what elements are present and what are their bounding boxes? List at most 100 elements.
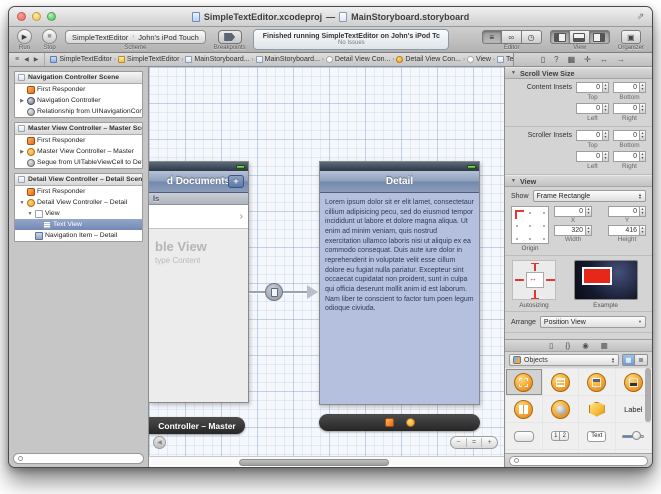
scrollbar-thumb[interactable] [239,459,389,466]
arrange-dropdown[interactable]: Position View ▼ [540,316,646,328]
outline-row-text-view[interactable]: Text View [15,219,142,230]
stepper-icon[interactable]: ▲▼ [602,82,609,93]
content-inset-left-field[interactable]: 0▲▼ [576,103,609,114]
stepper-icon[interactable]: ▲▼ [585,206,592,217]
stepper-icon[interactable]: ▲▼ [639,130,646,141]
breadcrumb-scene[interactable]: Detail View Con... [326,56,391,63]
stepper-icon[interactable]: ▲▼ [602,151,609,162]
connections-inspector-icon[interactable]: → [617,55,625,65]
zoom-out-button[interactable]: − [456,437,460,448]
library-item-page-view-controller[interactable] [506,396,542,422]
stepper-icon[interactable]: ▲▼ [639,206,646,217]
stepper-icon[interactable]: ▲▼ [602,130,609,141]
detail-nav-bar[interactable]: Detail [320,171,479,193]
detail-view[interactable]: Detail Lorem ipsum dolor sit er elit lam… [319,161,480,405]
view-section-header[interactable]: ▼ View [505,175,652,187]
scroller-inset-bottom-field[interactable]: 0▲▼ [613,130,646,141]
master-view[interactable]: d Documents + ls › ble View type Content [149,161,249,403]
library-item-split-view-controller[interactable] [579,369,615,395]
scroller-inset-right-field[interactable]: 0▲▼ [613,151,646,162]
library-item-object[interactable] [579,396,615,422]
stepper-icon[interactable]: ▲▼ [639,82,646,93]
breakpoints-button[interactable] [218,30,242,44]
stepper-icon[interactable]: ▲▼ [639,151,646,162]
stepper-icon[interactable]: ▲▼ [639,103,646,114]
outline-filter-field[interactable] [13,453,144,464]
library-item-segmented-control[interactable]: 12 [543,423,579,449]
library-item-view-controller[interactable] [506,369,542,395]
outline-row-first-responder[interactable]: First Responder [15,135,142,146]
file-inspector-icon[interactable]: ▯ [541,55,545,65]
outline-row-navigation-item[interactable]: Navigation Item – Detail [15,230,142,241]
objects-library-icon[interactable]: ◉ [582,341,589,350]
toggle-utilities-button[interactable] [590,30,610,44]
outline-row-detail-view-controller[interactable]: ▼ Detail View Controller – Detail [15,197,142,208]
library-item-progress-view[interactable] [579,450,615,453]
toggle-navigator-button[interactable] [550,30,570,44]
outline-row-navigation-controller[interactable]: ▶ Navigation Controller [15,95,142,106]
library-item-text-field[interactable]: Text [579,423,615,449]
library-scrollbar[interactable] [645,368,651,422]
related-files-icon[interactable]: ≡ [15,56,19,63]
scene-header[interactable]: Detail View Controller – Detail Scene [15,174,142,186]
quick-help-inspector-icon[interactable]: ? [554,55,558,65]
collapse-outline-button[interactable]: ◀ [153,436,166,449]
content-inset-top-field[interactable]: 0▲▼ [576,82,609,93]
scroller-inset-left-field[interactable]: 0▲▼ [576,151,609,162]
library-item-text-view[interactable] [616,450,652,453]
forward-icon[interactable]: ▶ [34,56,39,63]
breadcrumb-project[interactable]: SimpleTextEditor [50,56,112,63]
library-item-table-view-controller[interactable] [543,369,579,395]
breadcrumb-view-controller[interactable]: Detail View Con... [396,56,461,63]
table-cell[interactable]: › [149,205,248,229]
organizer-button[interactable]: ▣ [621,30,641,44]
standard-editor-button[interactable]: ≡ [482,30,502,44]
assistant-editor-button[interactable]: ∞ [502,30,522,44]
content-inset-right-field[interactable]: 0▲▼ [613,103,646,114]
stepper-icon[interactable]: ▲▼ [602,103,609,114]
size-inspector-icon[interactable]: ↔ [600,55,608,65]
file-templates-library-icon[interactable]: ▯ [549,341,553,350]
scroll-view-size-header[interactable]: ▼ Scroll View Size [505,67,652,79]
minimize-window-button[interactable] [32,12,41,21]
run-button[interactable]: ▶ [17,29,32,44]
width-field[interactable]: 320▲▼ [554,225,592,236]
breadcrumb-group[interactable]: SimpleTextEditor [118,56,180,63]
zoom-window-button[interactable] [47,12,56,21]
back-icon[interactable]: ◀ [24,56,29,63]
scheme-selector[interactable]: SimpleTextEditor › John's iPod Touch [65,30,206,44]
zoom-in-button[interactable]: + [488,437,492,448]
library-item-activity-indicator[interactable] [543,450,579,453]
show-dropdown[interactable]: Frame Rectangle ▲▼ [533,190,646,202]
y-field[interactable]: 0▲▼ [608,206,646,217]
height-field[interactable]: 416▲▼ [608,225,646,236]
outline-row-relationship[interactable]: Relationship from UINavigationContr... [15,106,142,117]
version-editor-button[interactable]: ◷ [522,30,542,44]
breadcrumb-storyboard[interactable]: MainStoryboard... [185,56,249,63]
stepper-icon[interactable]: ▲▼ [639,225,646,236]
storyboard-canvas[interactable]: d Documents + ls › ble View type Content… [149,67,504,467]
content-inset-bottom-field[interactable]: 0▲▼ [613,82,646,93]
close-window-button[interactable] [17,12,26,21]
detail-text-view[interactable]: Lorem ipsum dolor sit er elit lamet, con… [320,193,479,404]
breadcrumb-view[interactable]: View [467,56,491,63]
breadcrumb-storyboard-base[interactable]: MainStoryboard... [256,56,320,63]
zoom-actual-button[interactable]: = [472,437,476,448]
scene-header[interactable]: Navigation Controller Scene [15,72,142,84]
scroller-inset-top-field[interactable]: 0▲▼ [576,130,609,141]
fullscreen-icon[interactable]: ⇗ [635,11,646,22]
library-item-glkit-view-controller[interactable] [543,396,579,422]
attributes-inspector-icon[interactable]: ✛ [584,55,591,65]
stop-button[interactable]: ■ [42,29,57,44]
master-nav-bar[interactable]: d Documents + [149,171,248,193]
media-library-icon[interactable]: ▦ [601,341,608,350]
list-view-toggle[interactable]: ≣ [635,354,648,366]
table-prototype-area[interactable]: ble View type Content [149,229,248,402]
code-snippets-library-icon[interactable]: {} [565,341,570,350]
library-category-dropdown[interactable]: Objects ▲▼ [509,354,619,366]
library-item-switch[interactable] [506,450,542,453]
activity-viewer[interactable]: Finished running SimpleTextEditor on Joh… [253,29,449,50]
library-filter-field[interactable] [509,456,648,466]
view-controller-icon[interactable] [406,418,415,427]
identity-inspector-icon[interactable]: ▦ [568,55,576,65]
